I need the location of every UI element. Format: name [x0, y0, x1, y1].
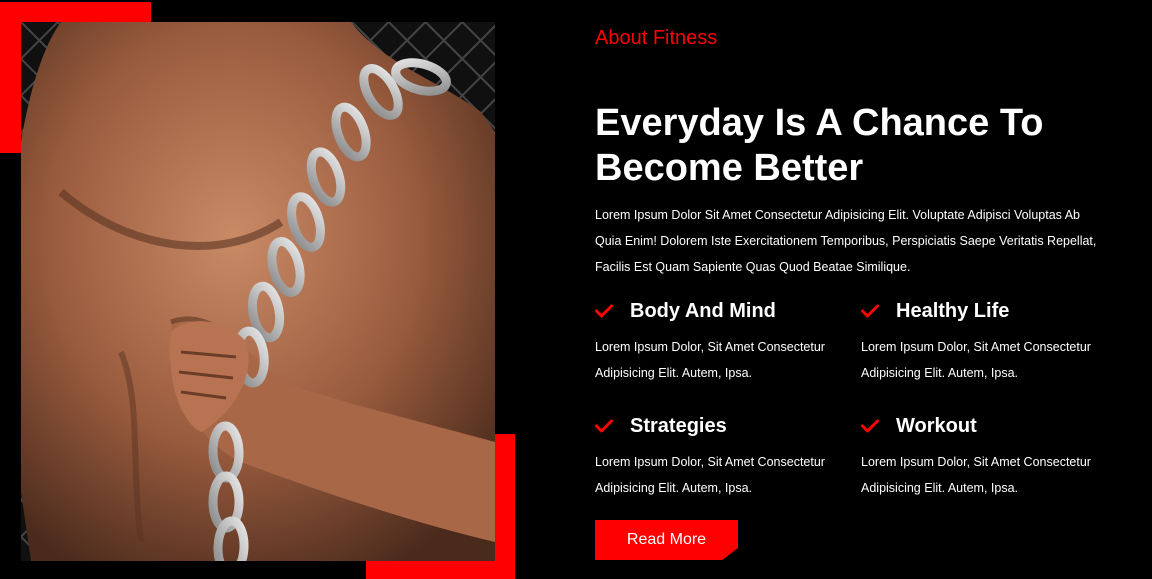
feature-text: Lorem Ipsum Dolor, Sit Amet Consectetur …	[861, 340, 1091, 380]
section-heading: Everyday Is A Chance To Become Better	[595, 102, 1044, 189]
feature-title: Workout	[896, 414, 977, 437]
about-image-block	[0, 0, 520, 579]
feature-strategies: Strategies Lorem Ipsum Dolor, Sit Amet C…	[595, 413, 845, 501]
feature-title: Strategies	[630, 414, 727, 437]
athlete-photo	[21, 22, 495, 561]
feature-title: Healthy Life	[896, 299, 1010, 322]
feature-text: Lorem Ipsum Dolor, Sit Amet Consectetur …	[595, 455, 825, 495]
check-icon	[595, 304, 613, 318]
feature-text: Lorem Ipsum Dolor, Sit Amet Consectetur …	[861, 455, 1091, 495]
feature-body-and-mind: Body And Mind Lorem Ipsum Dolor, Sit Ame…	[595, 298, 845, 386]
check-icon	[861, 304, 879, 318]
feature-text: Lorem Ipsum Dolor, Sit Amet Consectetur …	[595, 340, 825, 380]
feature-title: Body And Mind	[630, 299, 776, 322]
check-icon	[861, 419, 879, 433]
section-subtitle: About Fitness	[595, 27, 718, 49]
intro-paragraph: Lorem Ipsum Dolor Sit Amet Consectetur A…	[595, 208, 1097, 274]
feature-healthy-life: Healthy Life Lorem Ipsum Dolor, Sit Amet…	[861, 298, 1111, 386]
feature-workout: Workout Lorem Ipsum Dolor, Sit Amet Cons…	[861, 413, 1111, 501]
read-more-button[interactable]: Read More	[595, 520, 738, 560]
check-icon	[595, 419, 613, 433]
